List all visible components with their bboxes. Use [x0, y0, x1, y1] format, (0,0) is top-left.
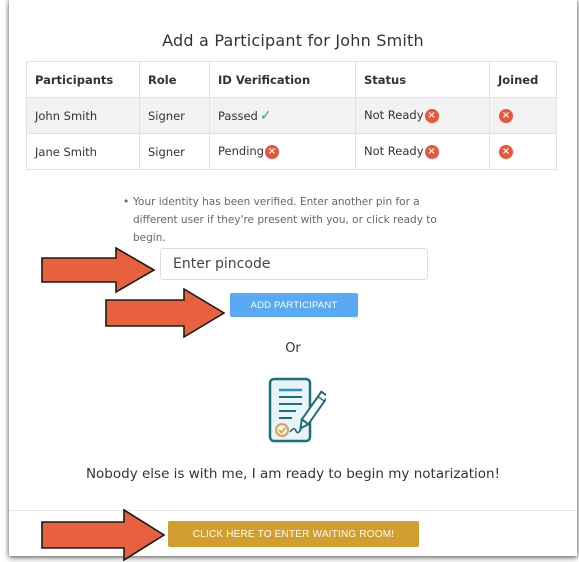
- col-role: Role: [139, 61, 210, 98]
- col-joined: Joined: [489, 61, 557, 98]
- col-status: Status: [355, 61, 490, 98]
- arrow-icon: [41, 508, 166, 562]
- arrow-icon: [105, 287, 226, 339]
- participant-status: Not Ready ×: [355, 133, 490, 170]
- participant-name: John Smith: [26, 97, 140, 134]
- x-circle-icon: ×: [499, 144, 513, 159]
- participant-joined: ×: [489, 97, 557, 134]
- pincode-input[interactable]: [160, 248, 428, 280]
- add-participant-button[interactable]: ADD PARTICIPANT: [230, 293, 358, 317]
- x-circle-icon: ×: [424, 108, 439, 123]
- id-verification-text: Pending: [218, 144, 264, 159]
- table-header-row: Participants Role ID Verification Status…: [26, 61, 557, 98]
- id-verification-text: Passed: [218, 108, 258, 123]
- x-circle-icon: ×: [424, 144, 439, 159]
- ready-message: Nobody else is with me, I am ready to be…: [85, 466, 501, 482]
- table-row: Jane Smith Signer Pending × Not Ready × ×: [26, 133, 557, 170]
- bullet-icon: •: [123, 196, 130, 208]
- enter-waiting-room-button[interactable]: CLICK HERE TO ENTER WAITING ROOM!: [168, 521, 419, 547]
- participants-table: Participants Role ID Verification Status…: [26, 61, 557, 170]
- or-divider-text: Or: [285, 341, 301, 356]
- participant-name: Jane Smith: [26, 133, 140, 170]
- page-title: Add a Participant for John Smith: [162, 31, 424, 50]
- participant-id-verification: Passed ✓: [209, 97, 356, 134]
- participant-role: Signer: [139, 97, 210, 134]
- info-text: Your identity has been verified. Enter a…: [133, 196, 437, 244]
- document-signature-icon: [268, 377, 326, 443]
- status-text: Not Ready: [364, 144, 424, 159]
- check-icon: ✓: [259, 107, 272, 124]
- table-row: John Smith Signer Passed ✓ Not Ready × ×: [26, 97, 557, 134]
- x-circle-icon: ×: [499, 108, 513, 123]
- x-circle-icon: ×: [264, 144, 279, 159]
- col-id-verification: ID Verification: [209, 61, 356, 98]
- verification-info: • Your identity has been verified. Enter…: [123, 193, 463, 247]
- participant-status: Not Ready ×: [355, 97, 490, 134]
- participant-role: Signer: [139, 133, 210, 170]
- col-participants: Participants: [26, 61, 140, 98]
- status-text: Not Ready: [364, 108, 424, 123]
- participant-id-verification: Pending ×: [209, 133, 356, 170]
- participant-joined: ×: [489, 133, 557, 170]
